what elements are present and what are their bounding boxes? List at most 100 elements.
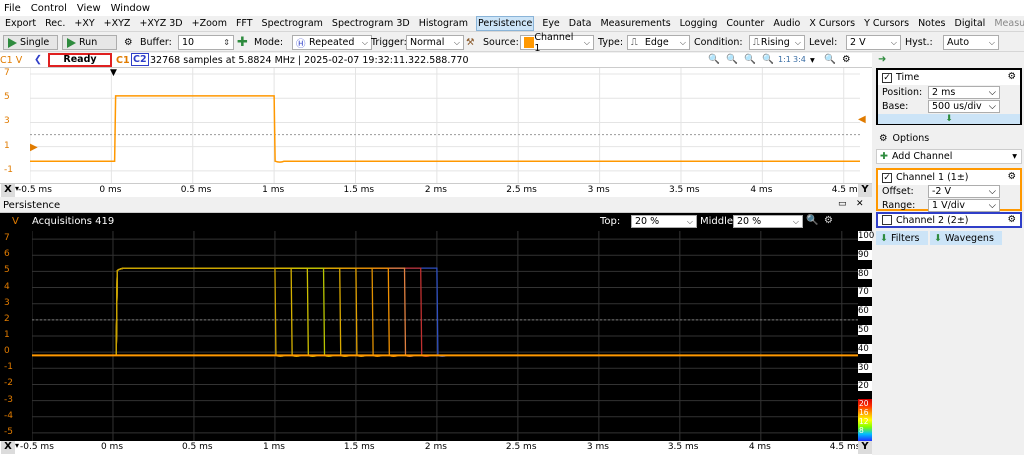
settings-gear-icon[interactable]: ⚙	[1007, 171, 1016, 182]
chevron-down-icon: ⌵	[988, 37, 995, 47]
trigger-position-marker-icon[interactable]: ▼	[110, 68, 117, 78]
run-button[interactable]: Run	[62, 35, 117, 50]
close-icon[interactable]: ✕	[856, 199, 864, 209]
hyst-label: Hyst.:	[905, 37, 933, 48]
intensity-tick-label: 50	[858, 325, 872, 335]
time-x-axis: X ▾ -0.5 ms 0 ms 0.5 ms 1 ms 1.5 ms 2 ms 2.5 m…	[0, 183, 872, 197]
tab-counter[interactable]: Counter	[725, 17, 765, 30]
chevron-down-icon[interactable]: ▾	[810, 55, 815, 66]
tab-measurements[interactable]: Measurements	[599, 17, 671, 30]
tab-notes[interactable]: Notes	[917, 17, 946, 30]
x-tick-label: 1.5 ms	[343, 442, 375, 452]
tab-data[interactable]: Data	[568, 17, 593, 30]
tab-fft[interactable]: FFT	[235, 17, 254, 30]
c1-toggle[interactable]: C1	[116, 55, 130, 66]
tab-x-cursors[interactable]: X Cursors	[808, 17, 856, 30]
tab--xy[interactable]: +XY	[73, 17, 95, 30]
type-select[interactable]: ⎍ Edge ⌵	[627, 35, 690, 50]
condition-select[interactable]: ⎍ Rising ⌵	[749, 35, 805, 50]
level-select[interactable]: 2 V ⌵	[846, 35, 901, 50]
chevron-down-icon[interactable]: ▾	[15, 441, 19, 450]
menu-window[interactable]: Window	[111, 3, 150, 14]
tab-eye[interactable]: Eye	[541, 17, 560, 30]
back-arrow-icon[interactable]: ❮	[34, 54, 42, 65]
tab-export[interactable]: Export	[4, 17, 37, 30]
time-settings-box: ✓ Time ⚙ Position: 2 ms ⌵ Base: 500 us/div ⌵…	[876, 68, 1022, 125]
options-row[interactable]: ⚙ Options	[876, 131, 1022, 145]
trigger-level-marker-icon[interactable]: ◀	[858, 114, 866, 125]
y-tick-label: 7	[4, 68, 10, 79]
rising-edge-icon: ⎍	[753, 37, 760, 48]
add-plus-icon[interactable]: ✚	[237, 35, 248, 50]
zoom-out-icon[interactable]: 🔍	[726, 54, 738, 65]
hyst-select[interactable]: Auto ⌵	[943, 35, 999, 50]
tab-rec-[interactable]: Rec.	[44, 17, 66, 30]
tab-histogram[interactable]: Histogram	[418, 17, 469, 30]
source-select[interactable]: Channel 1 ⌵	[520, 32, 594, 54]
tab-y-cursors[interactable]: Y Cursors	[863, 17, 910, 30]
time-checkbox[interactable]: ✓	[882, 72, 892, 83]
intensity-tick-label: 30	[858, 362, 872, 373]
y-tick-label: 7	[4, 233, 10, 244]
range-select[interactable]: 1 V/div ⌵	[928, 199, 1000, 212]
y-tick-label: -4	[4, 410, 13, 421]
middle-select[interactable]: 20 % ⌵	[733, 215, 803, 228]
channel1-offset-marker-icon[interactable]: ▶	[30, 142, 38, 153]
scale-1-1-icon[interactable]: 1:1	[778, 55, 791, 64]
base-select[interactable]: 500 us/div ⌵	[928, 100, 1000, 113]
menu-control[interactable]: Control	[31, 3, 67, 14]
buffer-gear-icon[interactable]: ⚙	[124, 35, 133, 50]
position-select[interactable]: 2 ms ⌵	[928, 86, 1000, 99]
x-axis-button[interactable]: X	[1, 184, 15, 197]
menu-view[interactable]: View	[77, 3, 101, 14]
x-axis-button[interactable]: X	[1, 441, 15, 454]
window-restore-icon[interactable]: ▭	[838, 199, 847, 209]
c2-toggle[interactable]: C2	[131, 53, 149, 66]
y-axis-button[interactable]: Y	[858, 184, 872, 197]
settings-gear-icon[interactable]: ⚙	[842, 54, 851, 65]
time-plot-canvas[interactable]	[30, 68, 860, 183]
x-tick-label: 3.5 ms	[668, 185, 700, 195]
offset-select[interactable]: -2 V ⌵	[928, 185, 1000, 198]
y-axis-button[interactable]: Y	[858, 441, 872, 454]
top-select[interactable]: 20 % ⌵	[631, 215, 697, 228]
mode-select[interactable]: Ⓗ Repeated ⌵	[292, 35, 372, 50]
zoom-in-icon[interactable]: 🔍	[708, 54, 720, 65]
single-button[interactable]: Single	[3, 35, 58, 50]
scale-3-4-icon[interactable]: 3:4	[793, 55, 806, 64]
tab-digital[interactable]: Digital	[954, 17, 987, 30]
filters-button[interactable]: ⬇ Filters	[876, 231, 928, 245]
add-channel-button[interactable]: ✚ Add Channel ▾	[876, 149, 1022, 164]
search-icon[interactable]: 🔍	[824, 54, 836, 65]
persistence-canvas[interactable]	[32, 231, 858, 441]
chevron-down-icon: ⌵	[988, 186, 996, 197]
tab--zoom[interactable]: +Zoom	[191, 17, 228, 30]
hammer-icon[interactable]: ⚒	[466, 35, 475, 50]
chevron-down-icon: ⌵	[792, 216, 799, 226]
settings-gear-icon[interactable]: ⚙	[1007, 214, 1016, 225]
buffer-spinbox[interactable]: 10 ⇕	[178, 35, 234, 50]
trigger-select[interactable]: Normal ⌵	[406, 35, 464, 50]
tab-spectrogram-3d[interactable]: Spectrogram 3D	[331, 17, 411, 30]
channel1-checkbox[interactable]: ✓	[882, 172, 892, 183]
zoom-fit-icon[interactable]: 🔍	[762, 54, 774, 65]
collapse-arrow-icon[interactable]: ⬇	[878, 114, 1020, 124]
menu-file[interactable]: File	[4, 3, 21, 14]
tab--xyz[interactable]: +XYZ	[103, 17, 132, 30]
tab-spectrogram[interactable]: Spectrogram	[261, 17, 324, 30]
tab-logging[interactable]: Logging	[679, 17, 719, 30]
options-gear-icon: ⚙	[879, 132, 888, 144]
tab-persistence[interactable]: Persistence	[475, 16, 535, 31]
channel2-header: Channel 2 (2±) ⚙	[878, 214, 1020, 226]
wavegens-button[interactable]: ⬇ Wavegens	[930, 231, 1002, 245]
tab--xyz-3d[interactable]: +XYZ 3D	[138, 17, 183, 30]
zoom-area-icon[interactable]: 🔍	[744, 54, 756, 65]
tab-audio[interactable]: Audio	[772, 17, 801, 30]
x-tick-label: 2.5 ms	[506, 185, 537, 195]
position-label: Position:	[882, 87, 923, 98]
settings-gear-icon[interactable]: ⚙	[1007, 71, 1016, 82]
settings-gear-icon[interactable]: ⚙	[824, 215, 833, 226]
channel2-checkbox[interactable]	[882, 215, 892, 225]
arrow-right-icon[interactable]: ➜	[878, 54, 886, 65]
search-icon[interactable]: 🔍	[806, 215, 818, 226]
